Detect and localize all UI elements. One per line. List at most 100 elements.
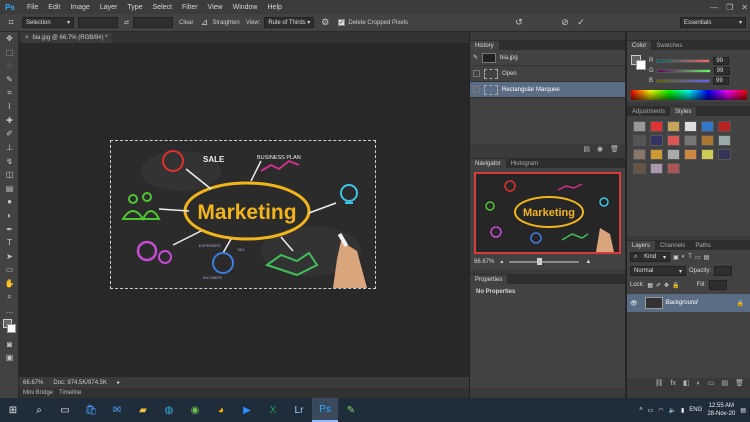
- layer-row-background[interactable]: 👁 Background 🔒: [627, 294, 750, 312]
- color-swatches[interactable]: [0, 317, 19, 337]
- clear-button[interactable]: Clear: [179, 20, 193, 26]
- lock-transparent-icon[interactable]: ▦: [647, 282, 653, 289]
- wifi-icon[interactable]: ◠: [658, 407, 663, 414]
- style-swatch[interactable]: [650, 135, 663, 146]
- style-swatch[interactable]: [684, 149, 697, 160]
- tab-mini-bridge[interactable]: Mini Bridge: [23, 390, 53, 396]
- history-item-open[interactable]: Open: [470, 66, 625, 82]
- hand-tool-icon[interactable]: ✋: [0, 277, 19, 291]
- notifications-icon[interactable]: ▤: [740, 407, 746, 414]
- lightroom-icon[interactable]: Lr: [286, 398, 312, 422]
- tab-histogram[interactable]: Histogram: [506, 159, 543, 168]
- blur-tool-icon[interactable]: ●: [0, 195, 19, 209]
- menu-window[interactable]: Window: [228, 4, 263, 11]
- camera-icon[interactable]: ◉: [597, 145, 603, 153]
- tab-layers[interactable]: Layers: [627, 241, 656, 250]
- eraser-tool-icon[interactable]: ◫: [0, 168, 19, 182]
- menu-type[interactable]: Type: [122, 4, 147, 11]
- document-canvas[interactable]: Marketing SALE BUSINESS PLAN EXPENSES IN…: [110, 140, 376, 289]
- lock-position-icon[interactable]: ✥: [664, 282, 669, 289]
- volume-icon[interactable]: 🔈: [669, 407, 676, 414]
- new-document-from-state-icon[interactable]: ▤: [583, 145, 590, 153]
- zoom-in-icon[interactable]: ▲: [585, 259, 591, 265]
- zoom-slider-handle[interactable]: [537, 257, 543, 265]
- edge-icon[interactable]: ◍: [156, 398, 182, 422]
- path-select-icon[interactable]: ➤: [0, 250, 19, 264]
- blend-mode-select[interactable]: Normal ▾: [630, 266, 686, 276]
- style-swatch[interactable]: [650, 163, 663, 174]
- greenshot-icon[interactable]: ◉: [182, 398, 208, 422]
- style-swatch[interactable]: [650, 149, 663, 160]
- task-view-icon[interactable]: ▭: [52, 398, 78, 422]
- history-snapshot[interactable]: ✎ bia.jpg: [470, 50, 625, 66]
- group-icon[interactable]: ▭: [708, 379, 715, 387]
- close-icon[interactable]: ×: [25, 35, 29, 41]
- filter-smart-icon[interactable]: ▤: [704, 254, 710, 261]
- move-tool-icon[interactable]: ✥: [0, 32, 19, 46]
- more-tools-icon[interactable]: …: [0, 304, 19, 318]
- color-spectrum[interactable]: [631, 90, 747, 100]
- style-swatch[interactable]: [684, 121, 697, 132]
- swap-button[interactable]: ⇄: [124, 19, 129, 26]
- excel-icon[interactable]: X: [260, 398, 286, 422]
- minimize-button[interactable]: —: [710, 3, 718, 12]
- eye-icon[interactable]: 👁: [630, 300, 638, 307]
- navigator-zoom[interactable]: 66.67%: [474, 259, 494, 265]
- zoom-level[interactable]: 66.67%: [23, 380, 43, 386]
- battery-icon[interactable]: ▮: [681, 407, 684, 414]
- pen-tool-icon[interactable]: ✒: [0, 222, 19, 236]
- reset-icon[interactable]: ↺: [512, 17, 526, 29]
- fill-input[interactable]: [708, 280, 727, 290]
- document-tab[interactable]: × bia.jpg @ 66.7% (RGB/8#) *: [21, 33, 112, 43]
- layer-kind-select[interactable]: ⌕ Kind ▾: [630, 252, 670, 262]
- clock[interactable]: 12:55 AM 28-Nov-20: [707, 402, 735, 418]
- filter-adjustment-icon[interactable]: ◐: [682, 254, 686, 260]
- chrome-icon[interactable]: ◕: [208, 398, 234, 422]
- zoom-tool-icon[interactable]: ⌕: [0, 290, 19, 304]
- style-swatch[interactable]: [633, 149, 646, 160]
- lock-brush-icon[interactable]: ✐: [656, 282, 661, 289]
- chevron-up-icon[interactable]: ˄: [639, 407, 643, 413]
- crop-icon[interactable]: ⌗: [4, 17, 18, 29]
- language-indicator[interactable]: ENG: [689, 407, 702, 413]
- cancel-icon[interactable]: ⊘: [558, 17, 572, 29]
- history-item-rectangular-marquee[interactable]: Rectangular Marquee: [470, 82, 625, 98]
- add-mask-icon[interactable]: ◧: [683, 379, 690, 387]
- blue-value-input[interactable]: 99: [713, 77, 730, 85]
- style-swatch[interactable]: [633, 121, 646, 132]
- healing-tool-icon[interactable]: ✚: [0, 114, 19, 128]
- tab-channels[interactable]: Channels: [655, 241, 690, 250]
- quick-select-tool-icon[interactable]: ✎: [0, 73, 19, 87]
- workspace-select[interactable]: Essentials ▾: [680, 17, 746, 28]
- tab-color[interactable]: Color: [627, 41, 652, 50]
- style-swatch[interactable]: [718, 121, 731, 132]
- background-color-swatch[interactable]: [7, 324, 16, 334]
- tab-navigator[interactable]: Navigator: [470, 159, 506, 168]
- gear-icon[interactable]: ⚙: [318, 17, 332, 29]
- menu-file[interactable]: File: [22, 4, 43, 11]
- trash-icon[interactable]: 🗑: [610, 145, 619, 153]
- ratio-select[interactable]: Selection ▾: [22, 17, 74, 28]
- red-slider[interactable]: [656, 59, 711, 63]
- zoom-icon[interactable]: ▶: [234, 398, 260, 422]
- style-swatch[interactable]: [701, 149, 714, 160]
- red-value-input[interactable]: 99: [713, 57, 730, 65]
- lasso-tool-icon[interactable]: ◌: [0, 59, 19, 73]
- filter-type-icon[interactable]: T: [688, 254, 692, 260]
- adjustment-layer-icon[interactable]: ◐: [697, 380, 701, 387]
- stamp-tool-icon[interactable]: ⊥: [0, 141, 19, 155]
- close-button[interactable]: ✕: [741, 3, 748, 12]
- style-swatch[interactable]: [684, 135, 697, 146]
- history-state-checkbox[interactable]: [473, 70, 480, 77]
- tab-timeline[interactable]: Timeline: [59, 390, 81, 396]
- monitor-icon[interactable]: ▭: [648, 407, 654, 414]
- style-swatch[interactable]: [650, 121, 663, 132]
- paint-icon[interactable]: ✎: [338, 398, 364, 422]
- green-slider[interactable]: [656, 69, 711, 73]
- width-input[interactable]: [78, 17, 118, 28]
- store-icon[interactable]: 🛍: [78, 398, 104, 422]
- style-swatch[interactable]: [667, 163, 680, 174]
- search-icon[interactable]: ⌕: [26, 398, 52, 422]
- tab-paths[interactable]: Paths: [690, 241, 715, 250]
- crop-tool-icon[interactable]: ⌗: [0, 86, 19, 100]
